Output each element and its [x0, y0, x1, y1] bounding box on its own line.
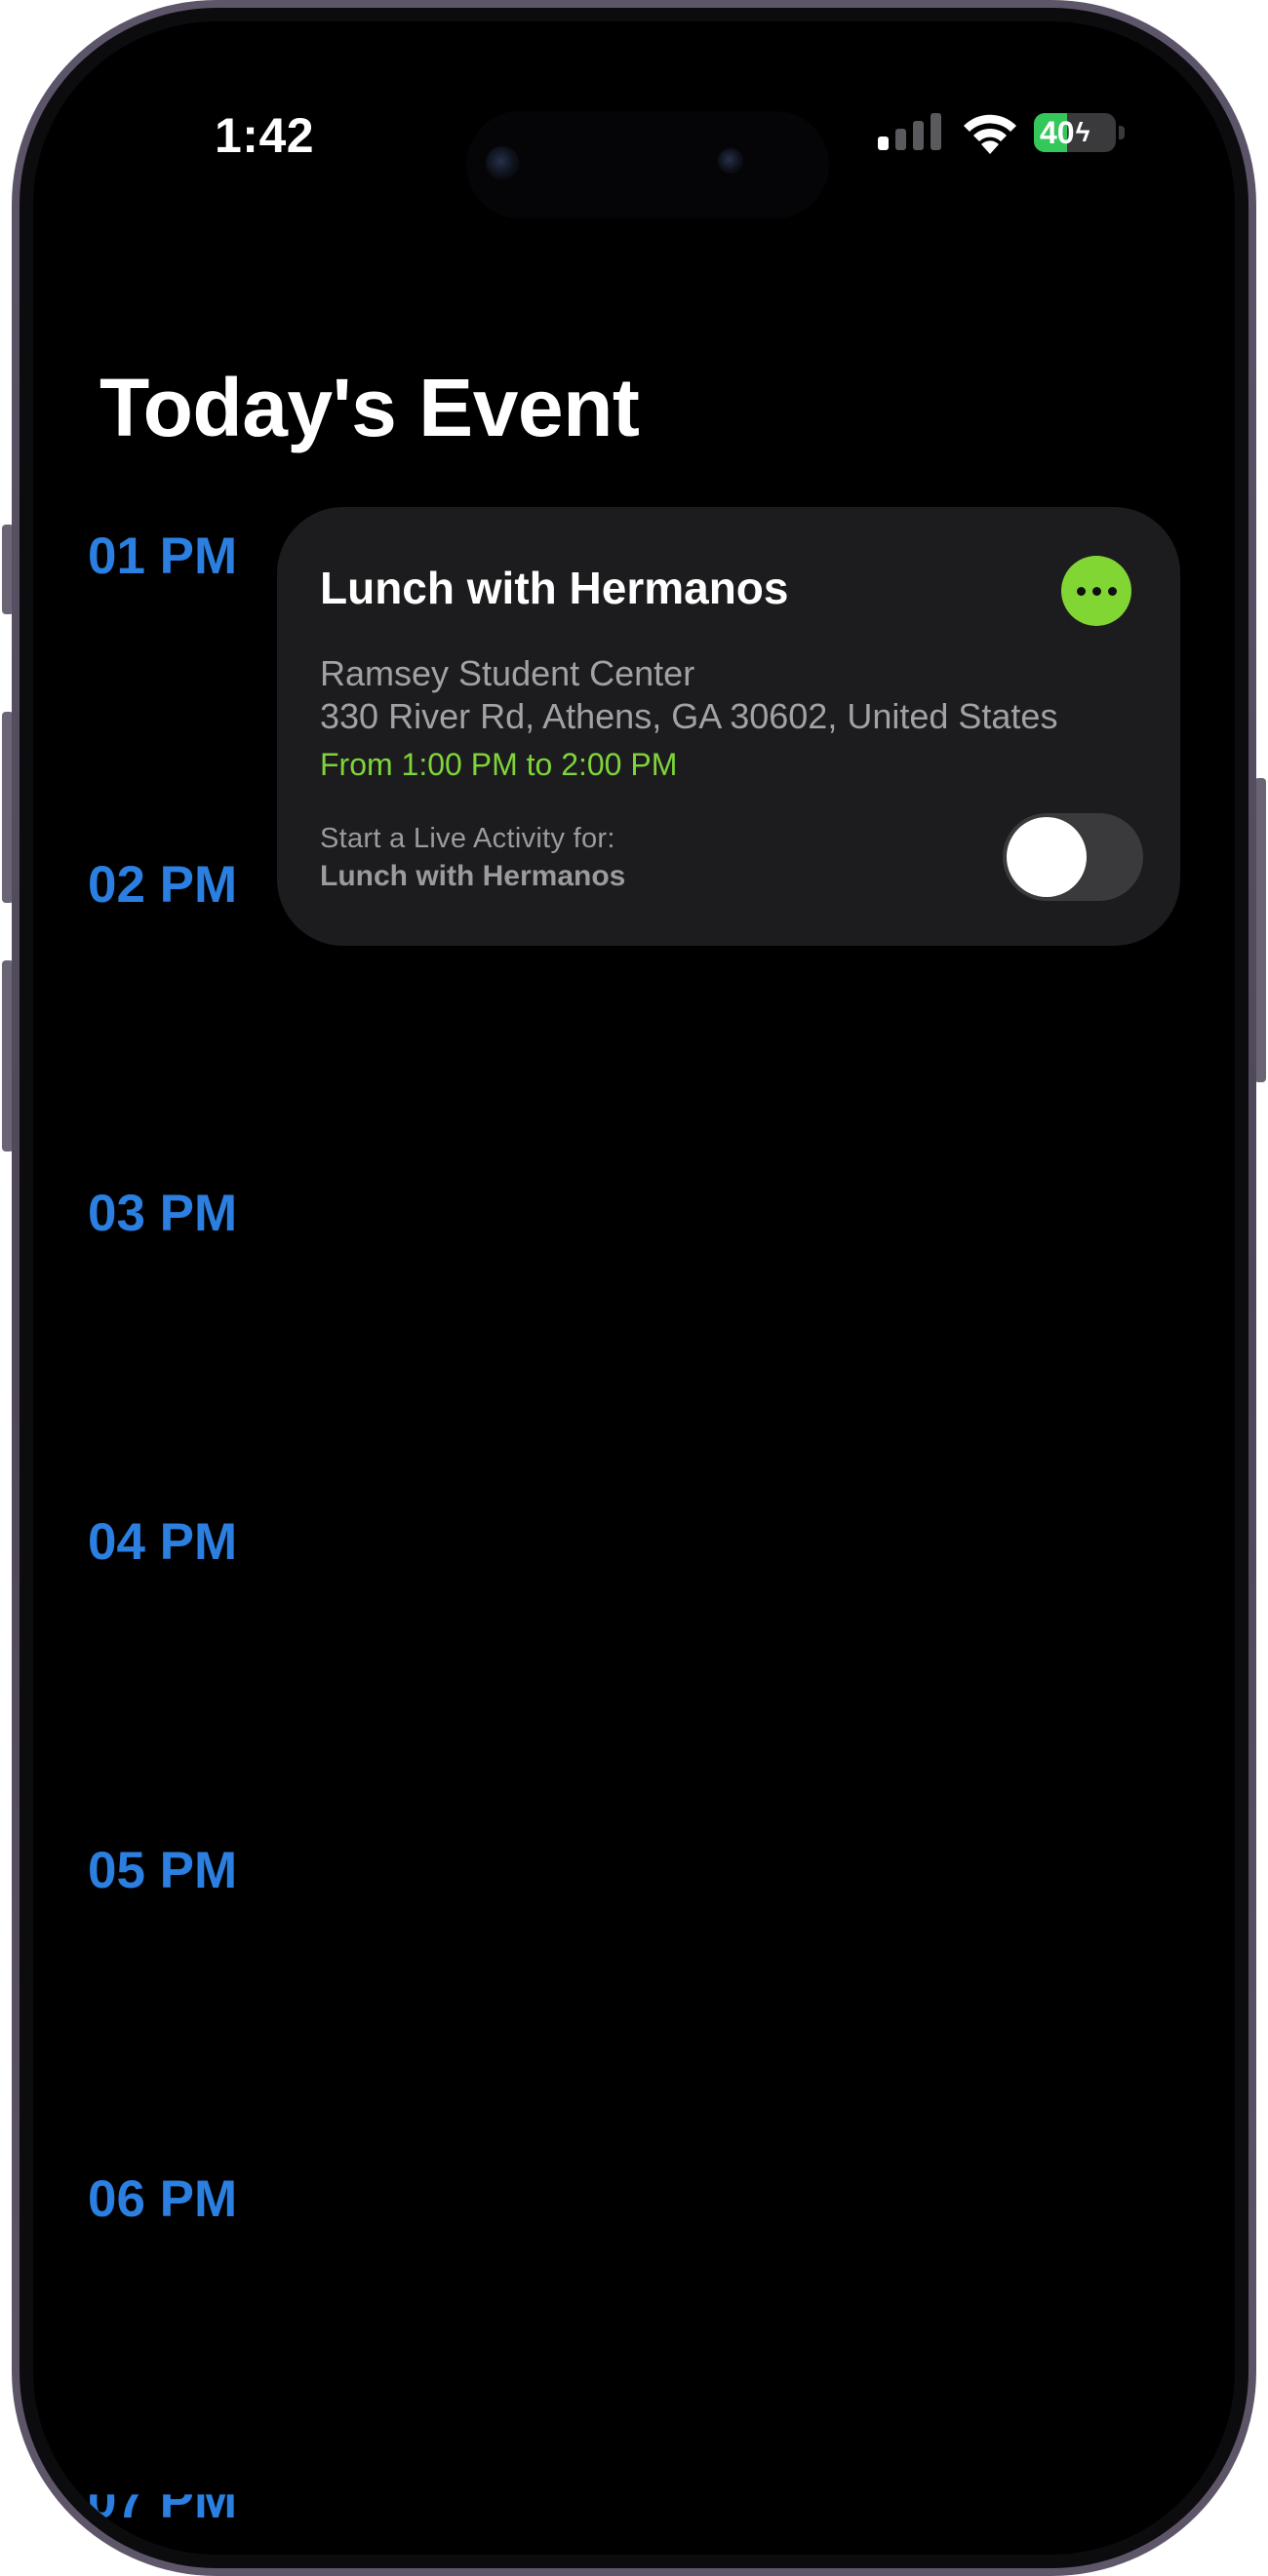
live-activity-label: Start a Live Activity for: — [320, 823, 615, 854]
live-activity-toggle[interactable] — [1003, 813, 1143, 901]
hour-label-partial: 07 PM — [88, 2472, 238, 2529]
toggle-knob — [1007, 817, 1087, 897]
signal-bar — [913, 121, 924, 150]
hour-label: 04 PM — [88, 1513, 238, 1571]
hour-label: 06 PM — [88, 2170, 238, 2228]
event-title: Lunch with Hermanos — [320, 563, 789, 613]
event-time-range: From 1:00 PM to 2:00 PM — [320, 747, 678, 782]
hour-label: 03 PM — [88, 1185, 238, 1242]
hour-label: 02 PM — [88, 856, 238, 914]
ellipsis-icon — [1107, 586, 1117, 596]
front-camera-icon — [486, 146, 519, 179]
battery-icon: 40 ϟ — [1034, 113, 1126, 152]
signal-bar — [878, 137, 889, 150]
battery-body: 40 ϟ — [1034, 113, 1116, 152]
live-activity-event-name: Lunch with Hermanos — [320, 860, 626, 892]
signal-icon — [878, 113, 941, 150]
dynamic-island — [466, 111, 829, 218]
battery-percentage: 40 — [1040, 115, 1075, 150]
more-options-button[interactable] — [1061, 556, 1131, 626]
event-location-name: Ramsey Student Center — [320, 653, 695, 693]
signal-bar — [931, 113, 941, 150]
ellipsis-icon — [1076, 586, 1086, 596]
event-card[interactable]: Lunch with Hermanos Ramsey Student Cente… — [277, 507, 1180, 946]
face-id-sensor-icon — [718, 148, 743, 174]
ellipsis-icon — [1091, 586, 1101, 596]
page-title: Today's Event — [99, 362, 640, 453]
battery-level-label: 40 ϟ — [1034, 113, 1116, 152]
hour-label: 05 PM — [88, 1842, 238, 1899]
signal-bar — [895, 129, 906, 150]
status-time: 1:42 — [215, 108, 315, 163]
battery-cap — [1119, 126, 1125, 139]
charging-bolt-icon: ϟ — [1075, 117, 1090, 147]
event-address: 330 River Rd, Athens, GA 30602, United S… — [320, 696, 1058, 736]
wifi-icon — [964, 114, 1016, 154]
hour-label: 01 PM — [88, 527, 238, 585]
device-bezel: 1:42 40 ϟ Today's Event 01 PM 02 PM 03 P… — [20, 8, 1248, 2568]
screen: 1:42 40 ϟ Today's Event 01 PM 02 PM 03 P… — [33, 21, 1235, 2555]
device-frame: 1:42 40 ϟ Today's Event 01 PM 02 PM 03 P… — [12, 0, 1256, 2576]
